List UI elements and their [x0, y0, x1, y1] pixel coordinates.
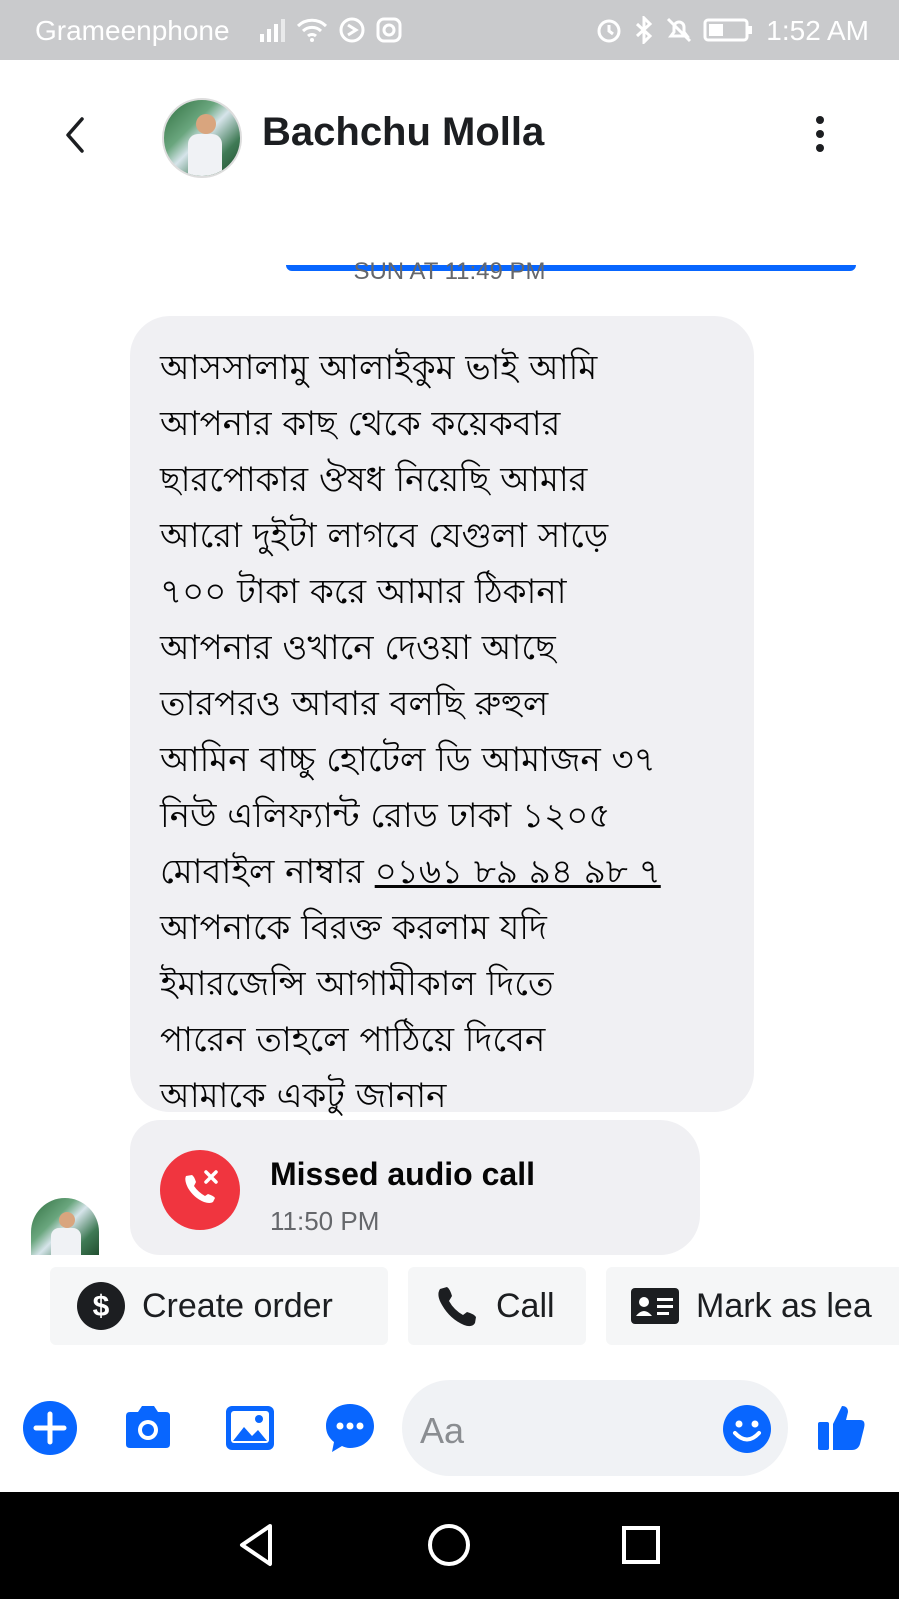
call-title: Missed audio call [270, 1156, 535, 1192]
gallery-icon[interactable] [222, 1400, 278, 1456]
message-line: আপনার ওখানে দেওয়া আছে [160, 628, 556, 668]
svg-text:$: $ [93, 1290, 110, 1323]
missed-call-icon [160, 1150, 240, 1230]
mark-as-lead-label: Mark as lea [696, 1286, 872, 1325]
call-time: 11:50 PM [270, 1206, 380, 1236]
system-nav-bar [0, 1492, 899, 1599]
message-line: আপনাকে বিরক্ত করলাম যদি [160, 908, 547, 948]
message-line: আমিন বাচ্চু হোটেল ডি আমাজন ৩৭ [160, 740, 656, 780]
instagram-icon [376, 17, 402, 43]
menu-dots-icon[interactable] [814, 116, 826, 156]
message-line: আরো দুইটা লাগবে যেগুলা সাড়ে [160, 516, 609, 556]
home-circle-icon[interactable] [424, 1520, 474, 1570]
mute-icon [666, 17, 692, 43]
quick-actions-bar: $ Create order Call Mark as lea [0, 1255, 899, 1355]
recents-square-icon[interactable] [616, 1520, 666, 1570]
thumbs-up-icon[interactable] [814, 1400, 870, 1456]
contact-name[interactable]: Bachchu Molla [262, 110, 544, 155]
avatar-face [59, 1212, 75, 1228]
message-line: নিউ এলিফ্যান্ট রোড ঢাকা ১২০৫ [160, 796, 611, 836]
message-line: আপনার কাছ থেকে কয়েকবার [160, 404, 561, 444]
avatar-face [196, 114, 216, 134]
back-arrow-icon[interactable] [56, 115, 96, 155]
message-composer: Aa [0, 1360, 899, 1490]
contact-avatar[interactable] [162, 98, 242, 178]
phone-number-link[interactable]: ০১৬১ ৮৯ ৯৪ ৯৮ ৭ [375, 852, 661, 892]
call-label: Call [496, 1286, 555, 1325]
signal-icon [260, 19, 285, 42]
message-line: ইমারজেন্সি আগামীকাল দিতে [160, 964, 554, 1004]
message-line: আমাকে একটু জানান [160, 1076, 447, 1116]
emoji-icon[interactable] [722, 1404, 772, 1454]
alarm-icon [597, 19, 621, 43]
mark-as-lead-button[interactable]: Mark as lea [606, 1267, 899, 1345]
message-line: পারেন তাহলে পাঠিয়ে দিবেন [160, 1020, 546, 1060]
clock: 1:52 AM [766, 15, 869, 46]
create-order-label: Create order [142, 1286, 333, 1325]
status-left-icons [258, 16, 402, 44]
message-line: আসসালামু আলাইকুম ভাই আমি [160, 348, 598, 388]
message-timestamp: SUN AT 11:49 PM [353, 258, 546, 285]
avatar-body [188, 134, 222, 176]
message-line: ছারপোকার ঔষধ নিয়েছি আমার [160, 460, 588, 500]
sender-avatar[interactable] [31, 1198, 99, 1258]
bluetooth-icon [635, 16, 653, 44]
sync-icon [339, 17, 365, 43]
incoming-message-bubble[interactable]: আসসালামু আলাইকুম ভাই আমি আপনার কাছ থেকে … [130, 316, 754, 1116]
plus-icon[interactable] [22, 1400, 78, 1456]
message-line: ৭০০ টাকা করে আমার ঠিকানা [160, 572, 567, 612]
message-line-phone: মোবাইল নাম্বার ০১৬১ ৮৯ ৯৪ ৯৮ ৭ [160, 846, 661, 903]
back-triangle-icon[interactable] [232, 1520, 282, 1570]
phone-prefix: মোবাইল নাম্বার [160, 852, 375, 892]
missed-call-bubble[interactable]: Missed audio call 11:50 PM [130, 1120, 700, 1255]
message-input-placeholder: Aa [420, 1410, 465, 1451]
chat-bubble-icon[interactable] [322, 1400, 378, 1456]
camera-icon[interactable] [120, 1400, 176, 1456]
message-input[interactable]: Aa [402, 1380, 788, 1476]
avatar-body [51, 1228, 81, 1258]
call-button[interactable]: Call [408, 1267, 586, 1345]
phone-icon [438, 1287, 476, 1327]
contact-card-icon [631, 1288, 679, 1324]
message-line: তারপরও আবার বলছি রুহুল [160, 684, 549, 724]
carrier-name: Grameenphone [35, 15, 230, 46]
wifi-icon [296, 18, 328, 42]
create-order-button[interactable]: $ Create order [50, 1267, 388, 1345]
battery-icon [703, 18, 752, 42]
status-bar: Grameenphone 1:52 AM [0, 0, 899, 60]
conversation-header: Bachchu Molla [0, 60, 899, 271]
dollar-icon: $ [77, 1282, 125, 1330]
status-right-icons [595, 16, 753, 44]
